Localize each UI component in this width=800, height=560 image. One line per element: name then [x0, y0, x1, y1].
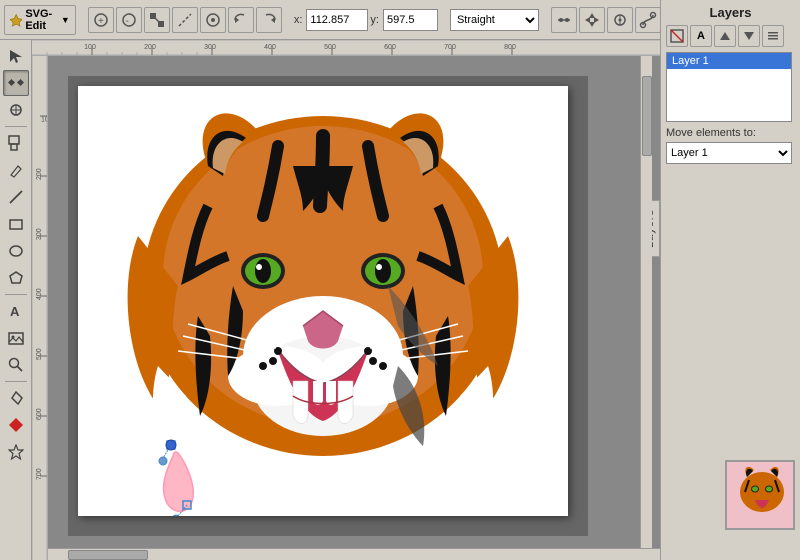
- layers-toolbar: A: [666, 25, 795, 47]
- undo-btn[interactable]: [228, 7, 254, 33]
- app-title: SVG-Edit: [25, 8, 58, 32]
- y-label: y:: [370, 14, 379, 26]
- text-btn[interactable]: A: [3, 298, 29, 324]
- layer-item[interactable]: Layer 1: [667, 53, 791, 69]
- svg-edit-logo-icon: [10, 11, 22, 29]
- svg-text:200: 200: [36, 168, 43, 180]
- node-edit-tool-btn[interactable]: [3, 70, 29, 96]
- node-action-buttons: [551, 7, 661, 33]
- move-elements-label: Move elements to:: [666, 127, 795, 139]
- tiger-illustration: [78, 86, 568, 516]
- tweak-tool-btn[interactable]: [3, 97, 29, 123]
- fill-color-btn[interactable]: [3, 412, 29, 438]
- right-panel: Layers A Layer 1 M: [660, 0, 800, 560]
- node-path-btn[interactable]: [635, 7, 661, 33]
- h-scrollbar-thumb[interactable]: [68, 550, 148, 560]
- layer-up-btn[interactable]: [714, 25, 736, 47]
- ellipse-btn[interactable]: [3, 238, 29, 264]
- svg-text:400: 400: [36, 288, 43, 300]
- segment-section: Straight Curve Symmetric Auto-smooth: [450, 9, 539, 31]
- layer-down-btn[interactable]: [738, 25, 760, 47]
- coords-section: x: y:: [294, 9, 438, 31]
- layers-list: Layer 1: [666, 52, 792, 122]
- canvas-document[interactable]: [78, 86, 568, 516]
- app-logo-section: SVG-Edit ▼: [4, 5, 76, 35]
- thumbnail-image: [727, 462, 795, 530]
- zoom-tool-btn[interactable]: [3, 352, 29, 378]
- svg-text:500: 500: [324, 44, 336, 51]
- image-btn[interactable]: [3, 325, 29, 351]
- vertical-scrollbar[interactable]: [640, 56, 652, 548]
- svg-text:300: 300: [36, 228, 43, 240]
- svg-text:500: 500: [36, 348, 43, 360]
- layers-panel-title: Layers: [666, 5, 795, 20]
- node-tool-btn[interactable]: [144, 7, 170, 33]
- horizontal-scrollbar[interactable]: [48, 548, 660, 560]
- svg-text:400: 400: [264, 44, 276, 51]
- ruler-vertical: 100 200 300 400 500 600 700: [32, 56, 48, 560]
- transform-btn[interactable]: [607, 7, 633, 33]
- svg-text:600: 600: [384, 44, 396, 51]
- line-btn[interactable]: [3, 184, 29, 210]
- layer-label-btn[interactable]: A: [690, 25, 712, 47]
- zoom-view-btn[interactable]: [3, 130, 29, 156]
- star-btn[interactable]: [3, 439, 29, 465]
- app-logo[interactable]: SVG-Edit ▼: [4, 5, 76, 35]
- layer-visibility-btn[interactable]: [666, 25, 688, 47]
- svg-text:100: 100: [84, 44, 96, 51]
- move-btn[interactable]: [579, 7, 605, 33]
- x-label: x:: [294, 14, 303, 26]
- svg-text:300: 300: [204, 44, 216, 51]
- tool-sep-3: [5, 381, 27, 382]
- svg-text:700: 700: [444, 44, 456, 51]
- break-path-btn[interactable]: [172, 7, 198, 33]
- svg-text:800: 800: [504, 44, 516, 51]
- toolbox: A: [0, 40, 32, 560]
- layers-panel: Layers A Layer 1 M: [661, 0, 800, 169]
- add-node-btn[interactable]: +: [88, 7, 114, 33]
- svg-text:A: A: [10, 304, 20, 319]
- x-input[interactable]: [306, 9, 368, 31]
- v-scrollbar-thumb[interactable]: [642, 76, 652, 156]
- ruler-horizontal: 100 200 300 400 500 600 700 800: [32, 40, 660, 56]
- delete-node-btn[interactable]: -: [116, 7, 142, 33]
- polygon-btn[interactable]: [3, 265, 29, 291]
- eyedropper-btn[interactable]: [3, 385, 29, 411]
- canvas-area[interactable]: [48, 56, 660, 560]
- join-path-btn[interactable]: [200, 7, 226, 33]
- svg-text:100: 100: [41, 117, 48, 124]
- tool-sep-2: [5, 294, 27, 295]
- y-input[interactable]: [383, 9, 438, 31]
- svg-text:-: -: [125, 16, 128, 27]
- path-tool-buttons: + -: [88, 7, 282, 33]
- pencil-btn[interactable]: [3, 157, 29, 183]
- align-btn[interactable]: [551, 7, 577, 33]
- rect-btn[interactable]: [3, 211, 29, 237]
- move-to-layer-select[interactable]: Layer 1: [666, 142, 792, 164]
- svg-text:200: 200: [144, 44, 156, 51]
- tool-sep-1: [5, 126, 27, 127]
- svg-text:+: +: [98, 16, 104, 27]
- app-menu-arrow[interactable]: ▼: [61, 15, 70, 25]
- layer-menu-btn[interactable]: [762, 25, 784, 47]
- svg-text:600: 600: [36, 408, 43, 420]
- main-toolbar: SVG-Edit ▼ + - x: y:: [0, 0, 660, 40]
- select-tool-btn[interactable]: [3, 43, 29, 69]
- canvas-thumbnail: [725, 460, 795, 530]
- redo-btn[interactable]: [256, 7, 282, 33]
- svg-text:700: 700: [36, 468, 43, 480]
- segment-type-select[interactable]: Straight Curve Symmetric Auto-smooth: [450, 9, 539, 31]
